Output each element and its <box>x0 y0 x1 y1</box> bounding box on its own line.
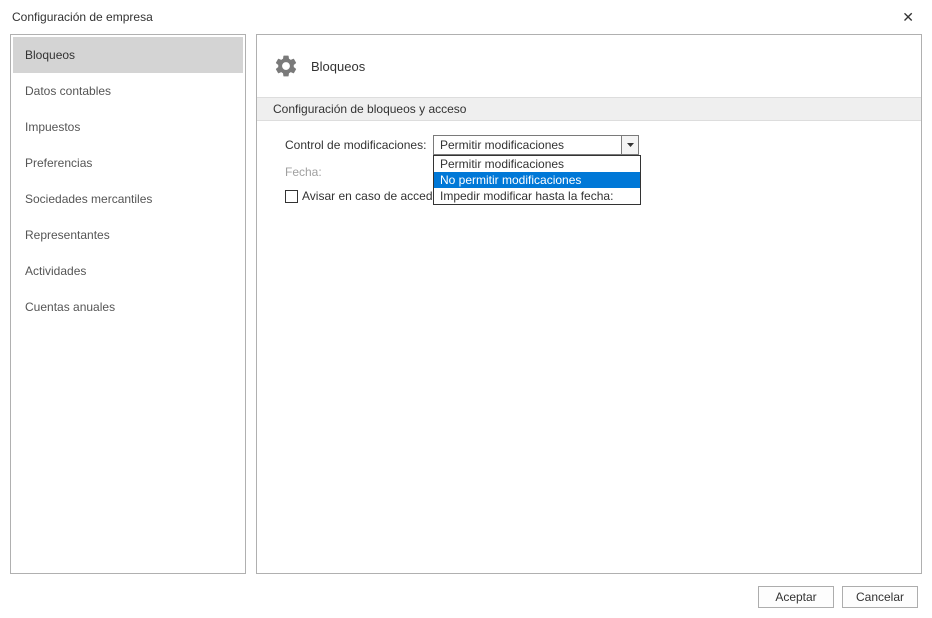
dropdown-item-permitir[interactable]: Permitir modificaciones <box>434 156 640 172</box>
titlebar: Configuración de empresa ✕ <box>0 0 932 34</box>
cancel-button-label: Cancelar <box>856 590 904 604</box>
accept-button-label: Aceptar <box>775 590 816 604</box>
chevron-down-icon <box>627 143 634 147</box>
control-modificaciones-combo[interactable]: Permitir modificaciones Permitir modific… <box>433 135 639 155</box>
accept-button[interactable]: Aceptar <box>758 586 834 608</box>
sidebar-item-label: Preferencias <box>25 156 92 170</box>
sidebar-item-cuentas-anuales[interactable]: Cuentas anuales <box>13 289 243 325</box>
sidebar-item-preferencias[interactable]: Preferencias <box>13 145 243 181</box>
sidebar: Bloqueos Datos contables Impuestos Prefe… <box>10 34 246 574</box>
dialog-footer: Aceptar Cancelar <box>758 586 918 608</box>
content-area: Bloqueos Datos contables Impuestos Prefe… <box>0 34 932 574</box>
dropdown-item-impedir-hasta-fecha[interactable]: Impedir modificar hasta la fecha: <box>434 188 640 204</box>
close-icon[interactable]: ✕ <box>896 8 920 26</box>
dropdown-item-no-permitir[interactable]: No permitir modificaciones <box>434 172 640 188</box>
sidebar-item-label: Sociedades mercantiles <box>25 192 152 206</box>
sidebar-item-label: Cuentas anuales <box>25 300 115 314</box>
fecha-label: Fecha: <box>285 165 433 179</box>
section-title: Configuración de bloqueos y acceso <box>257 97 921 121</box>
window-title: Configuración de empresa <box>12 10 153 24</box>
sidebar-item-actividades[interactable]: Actividades <box>13 253 243 289</box>
gear-icon <box>273 53 299 79</box>
sidebar-item-datos-contables[interactable]: Datos contables <box>13 73 243 109</box>
sidebar-item-label: Actividades <box>25 264 86 278</box>
control-modificaciones-row: Control de modificaciones: Permitir modi… <box>273 135 905 155</box>
sidebar-item-bloqueos[interactable]: Bloqueos <box>13 37 243 73</box>
sidebar-item-label: Datos contables <box>25 84 111 98</box>
sidebar-item-label: Representantes <box>25 228 110 242</box>
panel-header: Bloqueos <box>273 53 905 79</box>
cancel-button[interactable]: Cancelar <box>842 586 918 608</box>
sidebar-item-impuestos[interactable]: Impuestos <box>13 109 243 145</box>
sidebar-item-label: Bloqueos <box>25 48 75 62</box>
main-panel: Bloqueos Configuración de bloqueos y acc… <box>256 34 922 574</box>
panel-title: Bloqueos <box>311 59 365 74</box>
sidebar-item-representantes[interactable]: Representantes <box>13 217 243 253</box>
combo-dropdown-button[interactable] <box>621 136 638 154</box>
avisar-checkbox[interactable] <box>285 190 298 203</box>
control-modificaciones-dropdown: Permitir modificaciones No permitir modi… <box>433 155 641 205</box>
combo-selected-value: Permitir modificaciones <box>434 138 621 152</box>
sidebar-item-label: Impuestos <box>25 120 80 134</box>
sidebar-item-sociedades-mercantiles[interactable]: Sociedades mercantiles <box>13 181 243 217</box>
control-modificaciones-label: Control de modificaciones: <box>285 138 433 152</box>
